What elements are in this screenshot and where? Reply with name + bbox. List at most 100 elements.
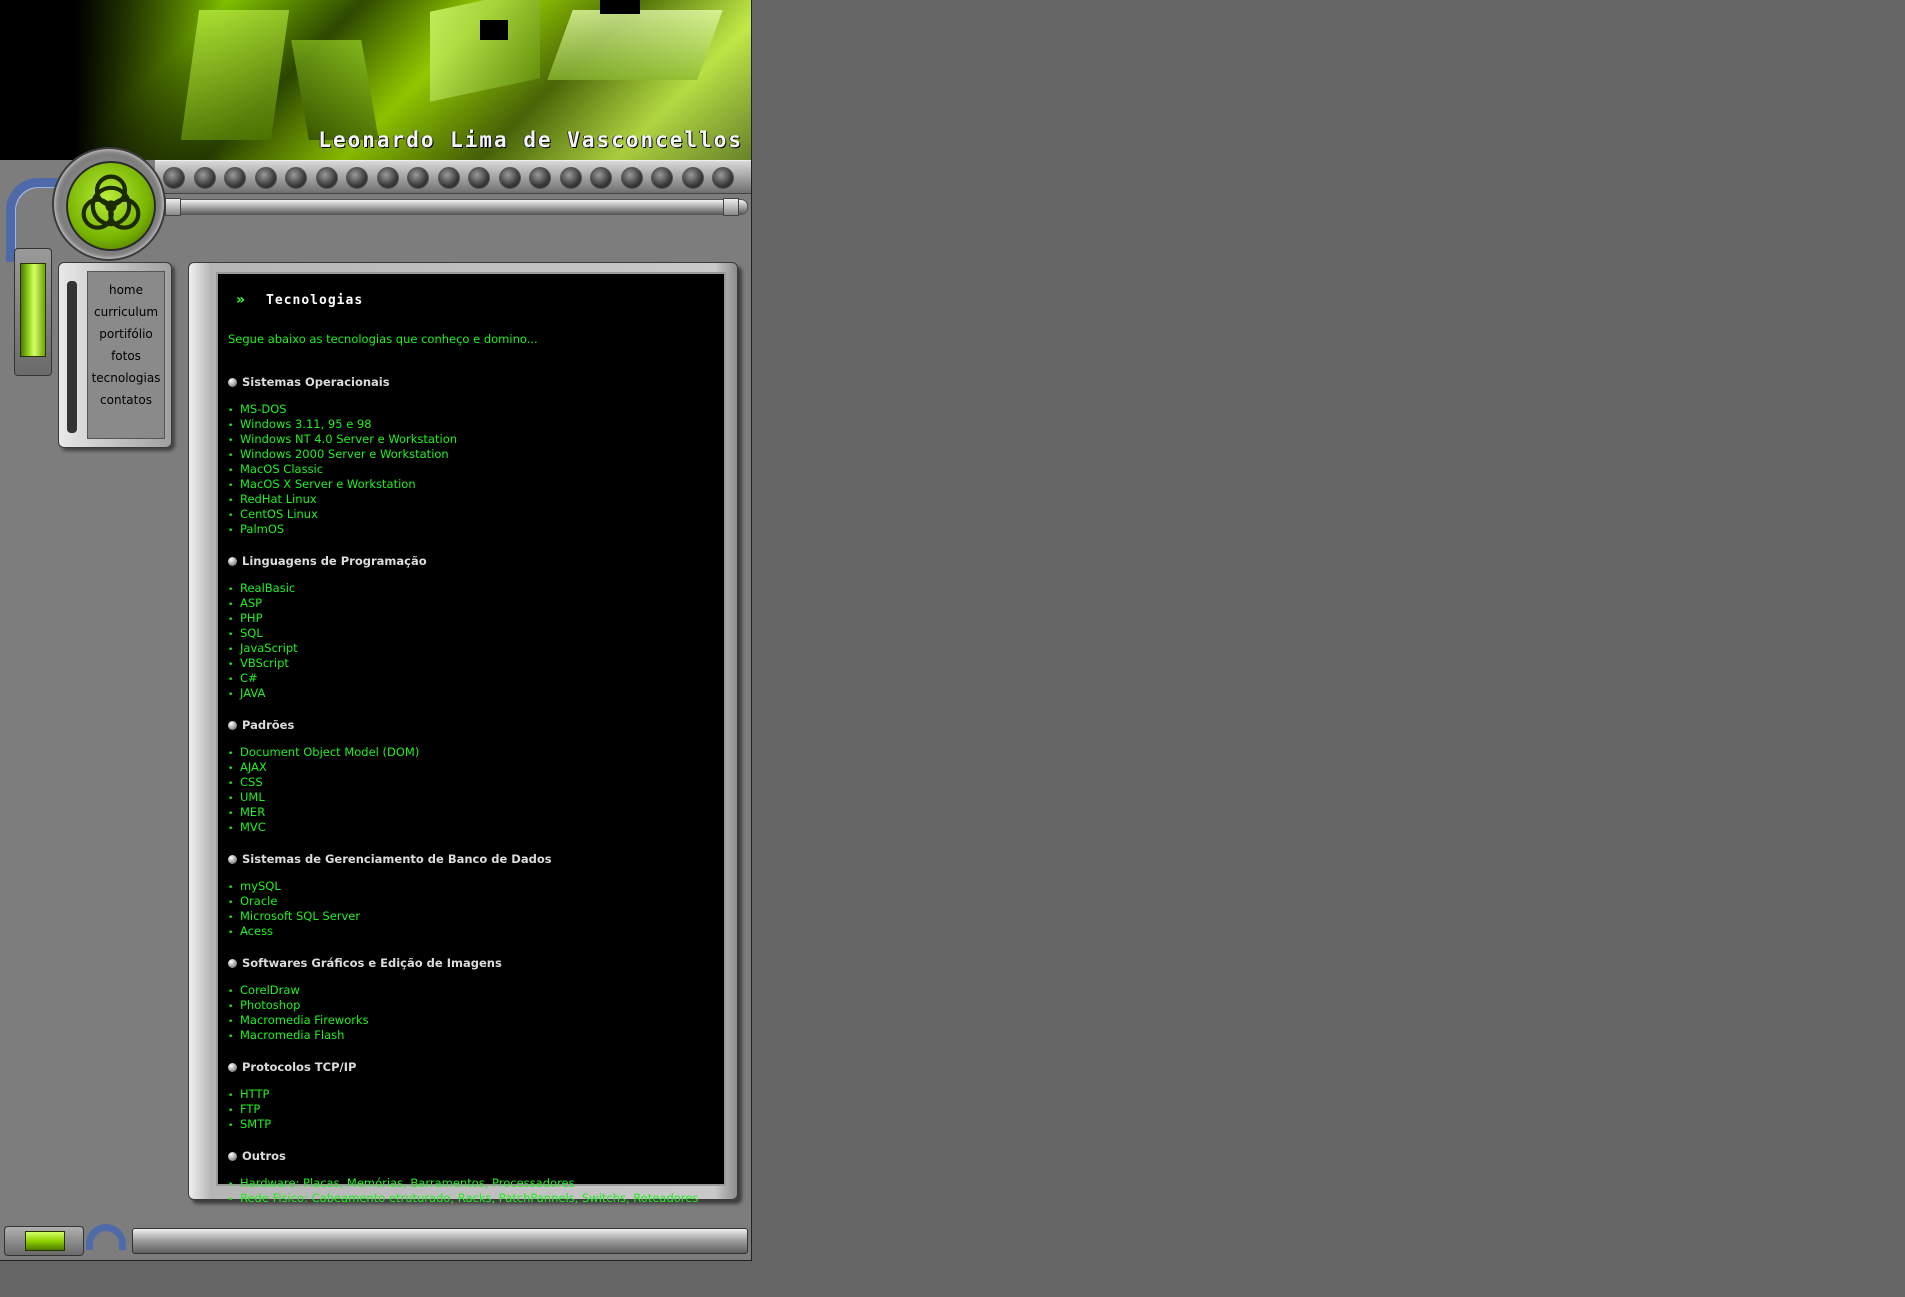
tech-item: • CSS — [228, 775, 722, 790]
tech-item: • RedHat Linux — [228, 492, 722, 507]
header-banner: Leonardo Lima de Vasconcellos — [0, 0, 751, 160]
tech-item-label: Microsoft SQL Server — [240, 909, 361, 923]
rivet — [285, 167, 307, 189]
footer-hose — [86, 1224, 126, 1250]
tech-item-label: Document Object Model (DOM) — [240, 745, 420, 759]
tech-section: Sistemas Operacionais • MS-DOS • Windows 3.1… — [228, 374, 722, 537]
tech-item: • UML — [228, 790, 722, 805]
vial-glass — [20, 263, 46, 357]
rivet — [437, 167, 460, 189]
rivet — [346, 167, 368, 189]
orb-icon — [228, 854, 237, 864]
tech-item: • Acess — [228, 924, 722, 939]
nav-link-fotos[interactable]: fotos — [86, 345, 166, 367]
tech-item: • SQL — [228, 626, 722, 641]
tech-section: Outros • Hardware: Placas, Memórias, Barra… — [228, 1148, 722, 1206]
tech-item-label: RedHat Linux — [240, 492, 317, 506]
rivet — [529, 167, 551, 189]
orb-icon — [228, 958, 237, 968]
tech-item-label: RealBasic — [240, 581, 296, 595]
tech-item-label: Oracle — [240, 894, 278, 908]
tech-item: • ASP — [228, 596, 722, 611]
tech-item: • HTTP — [228, 1087, 722, 1102]
tech-item: • CorelDraw — [228, 983, 722, 998]
tech-item: • Oracle — [228, 894, 722, 909]
orb-icon — [228, 1062, 237, 1072]
tech-list: • CorelDraw • Photoshop • Macromedia Firework… — [228, 983, 722, 1043]
site-container: Leonardo Lima de Vasconcellos home curri… — [0, 0, 752, 1261]
nav-link-curriculum[interactable]: curriculum — [86, 301, 166, 323]
page-heading: » Tecnologias — [236, 290, 363, 310]
header-pipe — [165, 198, 748, 216]
tech-item: • VBScript — [228, 656, 722, 671]
nav-link-portfolio[interactable]: portifólio — [86, 323, 166, 345]
tech-item-label: HTTP — [240, 1087, 270, 1101]
tech-item-label: Windows 3.11, 95 e 98 — [240, 417, 372, 431]
section-title-text: Protocolos TCP/IP — [242, 1060, 357, 1074]
section-title: Softwares Gráficos e Edição de Imagens — [228, 955, 722, 971]
footer-pipe — [132, 1228, 748, 1254]
tech-item-label: Macromedia Fireworks — [240, 1013, 369, 1027]
tech-item: • Microsoft SQL Server — [228, 909, 722, 924]
tech-item-label: mySQL — [240, 879, 281, 893]
banner-shard — [547, 10, 723, 80]
tech-item-label: CorelDraw — [240, 983, 300, 997]
tech-item: • Macromedia Fireworks — [228, 1013, 722, 1028]
rivet — [468, 167, 490, 189]
nav-link-contatos[interactable]: contatos — [86, 389, 166, 411]
tech-list: • Document Object Model (DOM) • AJAX • CSS • UM… — [228, 745, 722, 835]
tech-list: • RealBasic • ASP • PHP • SQL • JavaScript • VBScri… — [228, 581, 722, 701]
section-title: Linguagens de Programação — [228, 553, 722, 569]
tech-item: • MacOS X Server e Workstation — [228, 477, 722, 492]
rivet — [712, 167, 734, 189]
bullet-icon: • — [228, 690, 234, 700]
section-title: Sistemas de Gerenciamento de Banco de Da… — [228, 851, 722, 867]
tech-item: • AJAX — [228, 760, 722, 775]
rivet — [407, 167, 429, 189]
tech-item: • JavaScript — [228, 641, 722, 656]
tech-item-label: Photoshop — [240, 998, 301, 1012]
tech-item: • SMTP — [228, 1117, 722, 1132]
tech-item: • MacOS Classic — [228, 462, 722, 477]
tech-item-label: Windows NT 4.0 Server e Workstation — [240, 432, 458, 446]
tech-item-label: VBScript — [240, 656, 289, 670]
tech-section: Softwares Gráficos e Edição de Imagens • C… — [228, 955, 722, 1043]
tech-item-label: UML — [240, 790, 265, 804]
double-chevron-icon: » — [236, 292, 245, 308]
orb-icon — [228, 720, 237, 730]
tech-item-label: FTP — [240, 1102, 261, 1116]
tech-item: • Hardware: Placas, Memórias, Barramentos… — [228, 1176, 722, 1191]
bullet-icon: • — [228, 1032, 234, 1042]
tech-item: • mySQL — [228, 879, 722, 894]
tech-item-label: Macromedia Flash — [240, 1028, 345, 1042]
tech-item-label: CentOS Linux — [240, 507, 318, 521]
tech-item: • Document Object Model (DOM) — [228, 745, 722, 760]
tech-item-label: MS-DOS — [240, 402, 287, 416]
nav-link-tecnologias[interactable]: tecnologias — [86, 367, 166, 389]
orb-icon — [228, 556, 237, 566]
tech-item-label: Rede Fisico: Cabeamento etruturado, Rack… — [240, 1191, 699, 1205]
intro-text: Segue abaixo as tecnologias que conheço … — [228, 332, 538, 346]
section-title: Sistemas Operacionais — [228, 374, 722, 390]
pipe-cap-left — [165, 198, 181, 216]
tech-item-label: Hardware: Placas, Memórias, Barramentos,… — [240, 1176, 575, 1190]
section-title: Protocolos TCP/IP — [228, 1059, 722, 1075]
biohazard-hub — [52, 147, 166, 261]
tech-section: Protocolos TCP/IP • HTTP • FTP • SMTP — [228, 1059, 722, 1132]
bullet-icon: • — [228, 1121, 234, 1131]
tech-item-label: MacOS X Server e Workstation — [240, 477, 416, 491]
tech-item-label: SQL — [240, 626, 263, 640]
banner-shard — [180, 10, 290, 140]
banner-shard — [600, 0, 640, 14]
tech-item: • JAVA — [228, 686, 722, 701]
nav-panel: home curriculum portifólio fotos tecnolo… — [58, 262, 172, 448]
bullet-icon: • — [228, 1195, 234, 1205]
tech-item-label: MVC — [240, 820, 266, 834]
tech-item: • Windows 2000 Server e Workstation — [228, 447, 722, 462]
nav-link-home[interactable]: home — [86, 279, 166, 301]
green-vial — [14, 248, 52, 376]
tech-item-label: CSS — [240, 775, 263, 789]
tech-item: • Photoshop — [228, 998, 722, 1013]
nav-slot — [67, 281, 77, 433]
tech-item: • C# — [228, 671, 722, 686]
